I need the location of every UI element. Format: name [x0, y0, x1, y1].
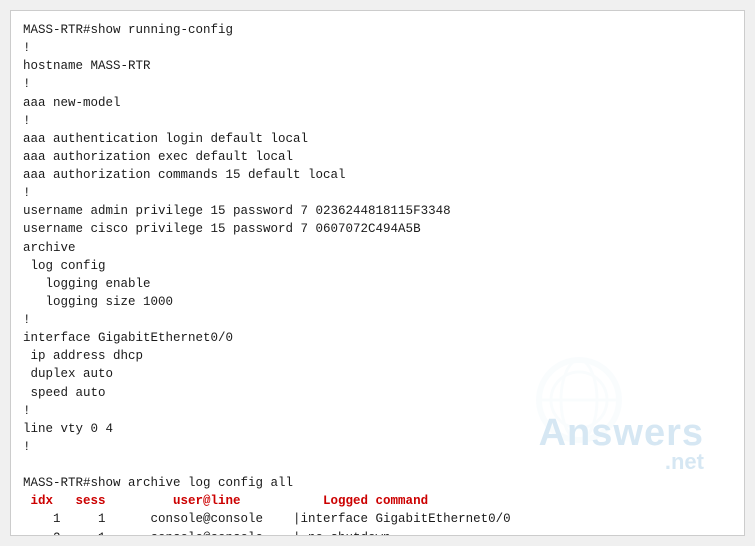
- terminal-line: !: [23, 404, 31, 418]
- terminal-line: !: [23, 186, 31, 200]
- terminal-line: !: [23, 313, 31, 327]
- terminal-line: line vty 0 4: [23, 422, 113, 436]
- terminal-line: aaa new-model: [23, 96, 121, 110]
- terminal-line: archive: [23, 241, 76, 255]
- terminal-line: hostname MASS-RTR: [23, 59, 151, 73]
- terminal-line: 2 1 console@console | no shutdown: [23, 531, 391, 537]
- terminal-line: idx sess user@line Logged command: [23, 494, 428, 508]
- terminal-line: MASS-RTR#show running-config: [23, 23, 233, 37]
- terminal-line: duplex auto: [23, 367, 113, 381]
- terminal-line: logging enable: [23, 277, 151, 291]
- terminal-line: speed auto: [23, 386, 106, 400]
- terminal-line: aaa authorization commands 15 default lo…: [23, 168, 346, 182]
- terminal-line: username cisco privilege 15 password 7 0…: [23, 222, 421, 236]
- terminal-line: !: [23, 41, 31, 55]
- terminal-line: ip address dhcp: [23, 349, 143, 363]
- terminal-line: !: [23, 77, 31, 91]
- terminal-line: 1 1 console@console |interface GigabitEt…: [23, 512, 511, 526]
- terminal-line: MASS-RTR#show archive log config all: [23, 476, 293, 490]
- terminal-line: aaa authorization exec default local: [23, 150, 293, 164]
- terminal-line: logging size 1000: [23, 295, 173, 309]
- terminal-output: MASS-RTR#show running-config ! hostname …: [23, 21, 732, 536]
- terminal-line: log config: [23, 259, 106, 273]
- terminal-line: username admin privilege 15 password 7 0…: [23, 204, 451, 218]
- terminal-line: !: [23, 440, 31, 454]
- terminal-line: aaa authentication login default local: [23, 132, 308, 146]
- terminal-line: interface GigabitEthernet0/0: [23, 331, 233, 345]
- terminal-window: MASS-RTR#show running-config ! hostname …: [10, 10, 745, 536]
- terminal-line: !: [23, 114, 31, 128]
